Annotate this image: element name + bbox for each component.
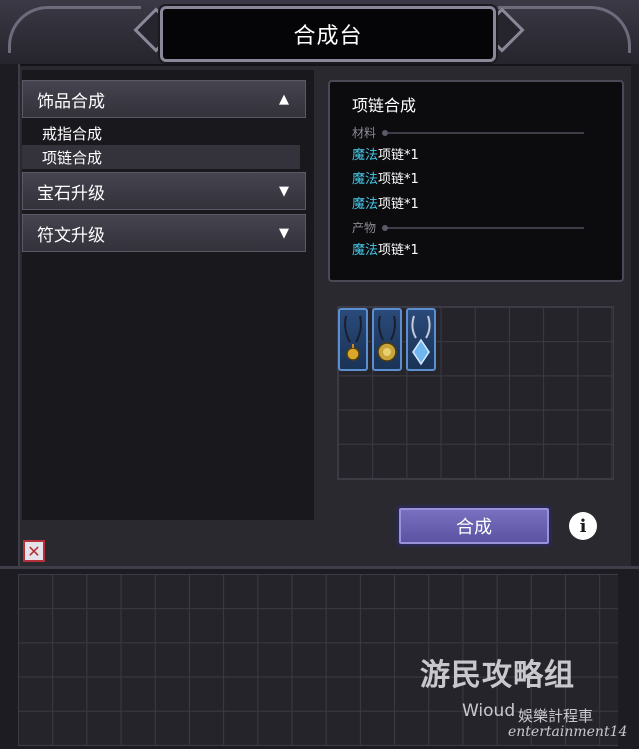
materials-header: 材料: [352, 124, 585, 141]
watermark-brand: Wioud: [462, 701, 516, 721]
yellow-gem-necklace-icon: [344, 315, 362, 361]
category-label: 符文升级: [37, 225, 105, 246]
material-item: 魔法项链*1: [352, 148, 419, 163]
material-item: 魔法项链*1: [352, 197, 419, 212]
material-slot[interactable]: [372, 308, 402, 371]
category-rune-upgrade[interactable]: 符文升级 ▼: [22, 214, 306, 252]
expand-arrow-icon: ▼: [279, 183, 289, 199]
category-label: 宝石升级: [37, 183, 105, 204]
divider-line: [382, 224, 585, 231]
material-slot[interactable]: [338, 308, 368, 371]
product-item: 魔法项链*1: [352, 243, 419, 258]
info-icon[interactable]: i: [569, 512, 597, 540]
material-slot[interactable]: [406, 308, 436, 371]
watermark-title: 游民攻略组: [420, 658, 575, 693]
gold-medallion-necklace-icon: [377, 315, 397, 362]
subitem-ring-craft[interactable]: 戒指合成: [22, 121, 300, 145]
category-accessory-craft[interactable]: 饰品合成 ▲: [22, 80, 306, 118]
subitem-necklace-craft[interactable]: 项链合成: [22, 145, 300, 169]
material-item: 魔法项链*1: [352, 172, 419, 187]
recipe-category-list: 饰品合成 ▲ 戒指合成 项链合成 宝石升级 ▼ 符文升级 ▼: [22, 70, 314, 520]
left-border: [0, 64, 20, 574]
watermark-subtitle: 娛樂計程車: [518, 707, 594, 725]
divider-line: [382, 129, 585, 136]
expand-arrow-icon: ▼: [279, 225, 289, 241]
blue-crystal-necklace-icon: [411, 315, 431, 366]
right-border: [631, 64, 639, 574]
window-title: 合成台: [293, 24, 363, 49]
recipe-title: 项链合成: [352, 96, 417, 115]
category-gem-upgrade[interactable]: 宝石升级 ▼: [22, 172, 306, 210]
category-label: 饰品合成: [37, 91, 105, 112]
recipe-detail-panel: 项链合成 材料 魔法项链*1 魔法项链*1 魔法项链*1 产物 魔法项链*1: [328, 80, 624, 282]
title-plate: 合成台: [160, 6, 496, 62]
product-header: 产物: [352, 219, 585, 236]
close-icon[interactable]: ✕: [23, 540, 45, 562]
craft-button[interactable]: 合成: [396, 505, 552, 547]
collapse-arrow-icon: ▲: [279, 91, 289, 107]
watermark-tagline: entertainment14: [508, 724, 628, 740]
